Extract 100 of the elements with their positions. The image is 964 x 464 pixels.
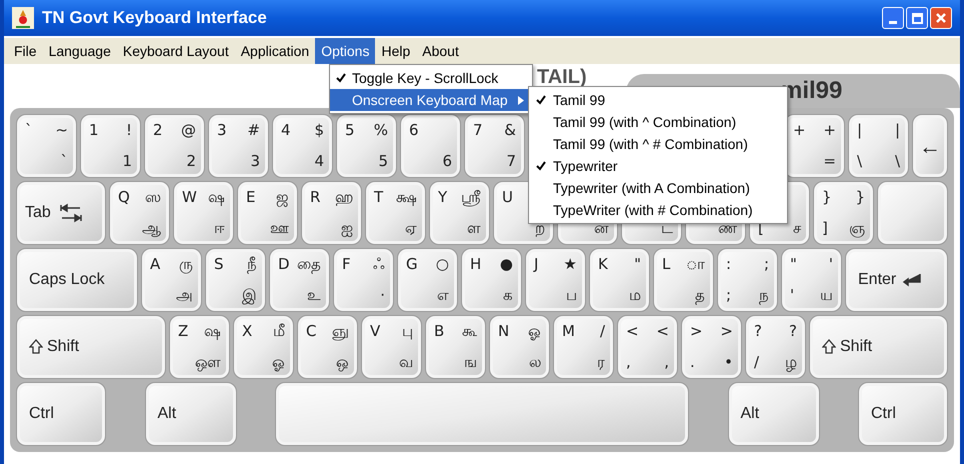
key-legend: கூ [462, 324, 477, 339]
key-legend: ந [759, 288, 769, 303]
key-legend: + [793, 123, 806, 138]
key-legend: ' [790, 288, 794, 303]
key-legend: 7 [506, 154, 516, 169]
key-legend: ஷ [208, 190, 225, 205]
key-legend: ய [820, 288, 833, 303]
key-legend: D [278, 257, 290, 272]
key-legend: ட [661, 221, 673, 236]
key-legend: ச [793, 221, 801, 236]
key-legend: " [634, 257, 641, 272]
window-title: TN Govt Keyboard Interface [42, 7, 267, 30]
key-legend: T [374, 190, 384, 205]
key-legend: N [498, 324, 510, 339]
key-legend: } [822, 190, 832, 205]
key-legend: ஈ [214, 221, 225, 236]
key-legend: ஸ்ரீ [461, 190, 481, 205]
key-legend: ல [529, 355, 541, 370]
key-legend: ஓ [528, 324, 541, 339]
key-legend: S [214, 257, 224, 272]
key-legend: ஸ [145, 190, 161, 205]
key-legend: ; [726, 288, 732, 303]
key-legend: 3 [217, 123, 227, 138]
key-legend: பு [402, 324, 413, 339]
key-legend: ` [25, 123, 32, 138]
key-legend: ஞு [332, 324, 349, 339]
key-legend: J [534, 257, 538, 272]
key-legend: ப [566, 288, 577, 303]
key-legend: ஜ [276, 190, 289, 205]
key-legend: ! [126, 123, 132, 138]
key-legend: # [247, 123, 260, 138]
key-legend: ஐ [341, 221, 353, 236]
key-label: Shift [47, 337, 80, 357]
key-label: Enter [858, 270, 896, 290]
key-legend: 6 [409, 123, 419, 138]
key-legend: A [150, 257, 160, 272]
key-legend: க்ஷ [396, 190, 417, 205]
key-legend: க [503, 288, 513, 303]
key-legend: > [720, 324, 733, 339]
key-legend: : [726, 257, 732, 272]
key-legend: 7 [473, 123, 483, 138]
key-legend: W [182, 190, 197, 205]
key-legend: ஔ [195, 355, 221, 370]
key-legend: < [626, 324, 639, 339]
key-legend: Z [178, 324, 188, 339]
key-legend: 6 [442, 154, 452, 169]
key-legend: } [855, 190, 865, 205]
key-legend: த [695, 288, 705, 303]
key-legend: ஆ [142, 221, 161, 236]
key-legend: ★ [564, 257, 577, 272]
key-legend: \ [894, 154, 900, 169]
key-legend: ஏ [405, 221, 417, 236]
key-legend: ? [789, 324, 797, 339]
key-legend: ம [629, 288, 641, 303]
key-legend: ஓ [272, 355, 285, 370]
key-legend: ா [686, 257, 705, 272]
key-legend: / [600, 324, 605, 339]
key-legend: Q [118, 190, 130, 205]
key-legend: ] [822, 221, 828, 236]
key-legend: 4 [281, 123, 291, 138]
key-legend: M [562, 324, 575, 339]
key-legend: ~ [55, 123, 68, 138]
key-legend: ள [467, 221, 481, 236]
key-legend: L [662, 257, 670, 272]
key-legend: @ [181, 123, 196, 138]
key-legend: > [690, 324, 703, 339]
key-legend: அ [176, 288, 193, 303]
key-legend: 2 [186, 154, 196, 169]
key-legend: | [894, 123, 900, 138]
key-label: Tab [25, 203, 51, 223]
key-legend: 1 [89, 123, 99, 138]
key-legend: ழ [785, 355, 797, 370]
key-legend: " [790, 257, 797, 272]
key-legend: . [690, 355, 695, 370]
key-legend: H [470, 257, 482, 272]
key-legend: X [242, 324, 252, 339]
key-legend: ' [828, 257, 833, 272]
key-legend: ன [594, 221, 609, 236]
key-legend: Y [438, 190, 448, 205]
key-legend: 4 [314, 154, 324, 169]
key-legend: 5 [345, 123, 355, 138]
key-legend: தை [297, 257, 321, 272]
key-legend: ஹ [335, 190, 353, 205]
key-legend: ஒ [336, 355, 349, 370]
key-legend: = [823, 154, 836, 169]
key-legend: K [598, 257, 608, 272]
key-legend: நீ [247, 257, 257, 272]
key-legend: இ [242, 288, 257, 303]
key-legend: உ [307, 288, 321, 303]
key-legend: எ [437, 288, 449, 303]
key-legend: , [626, 355, 631, 370]
key-legend: • [724, 355, 733, 370]
key-legend: 2 [153, 123, 163, 138]
key-legend: ; [764, 257, 769, 272]
key-legend: ? [754, 324, 762, 339]
key-legend: F [342, 257, 351, 272]
key-legend: , [664, 355, 669, 370]
key-label: Shift [840, 337, 872, 357]
key-legend: ங [464, 355, 477, 370]
key-legend: ● [500, 257, 513, 272]
